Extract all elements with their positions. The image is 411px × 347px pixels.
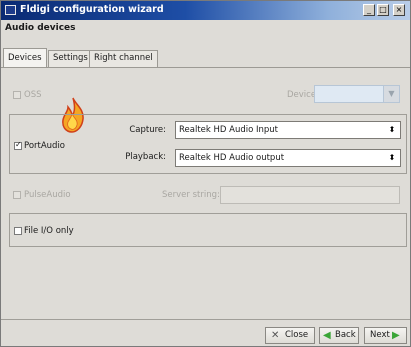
- tab-settings[interactable]: Settings: [48, 50, 93, 67]
- window-title: Fldigi configuration wizard: [20, 4, 164, 15]
- next-button[interactable]: Next ▶: [364, 327, 407, 344]
- tab-devices[interactable]: Devices: [3, 48, 47, 68]
- back-button[interactable]: ◀ Back: [319, 327, 359, 344]
- config-wizard-window: Fldigi configuration wizard _ □ × Audio …: [0, 0, 411, 347]
- fileio-label: File I/O only: [24, 226, 74, 236]
- x-icon: ✕: [271, 330, 280, 341]
- updown-arrow-icon: ⬍: [388, 153, 396, 162]
- capture-select[interactable]: Realtek HD Audio Input ⬍: [175, 121, 401, 139]
- title-bar[interactable]: Fldigi configuration wizard _ □ ×: [1, 1, 410, 20]
- tab-divider: [1, 67, 410, 68]
- oss-label: OSS: [24, 90, 42, 100]
- check-icon: ✓: [15, 140, 22, 149]
- close-button-label: Close: [285, 330, 309, 340]
- portaudio-panel: ✓ PortAudio Capture: Realtek HD Audio In…: [9, 114, 407, 174]
- server-string-input[interactable]: [220, 186, 400, 204]
- updown-arrow-icon: ⬍: [388, 125, 396, 134]
- oss-checkbox[interactable]: [13, 91, 21, 99]
- close-button[interactable]: ✕ Close: [265, 327, 315, 344]
- maximize-button[interactable]: □: [377, 4, 389, 16]
- back-arrow-icon: ◀: [323, 330, 331, 341]
- fileio-panel: File I/O only: [9, 213, 407, 247]
- oss-device-combo[interactable]: ▼: [314, 85, 400, 103]
- portaudio-label: PortAudio: [24, 141, 66, 151]
- capture-value: Realtek HD Audio Input: [179, 125, 279, 135]
- back-button-label: Back: [335, 330, 356, 340]
- playback-value: Realtek HD Audio output: [179, 153, 285, 163]
- fileio-checkbox[interactable]: [14, 227, 22, 235]
- app-icon: [5, 5, 16, 15]
- close-window-button[interactable]: ×: [393, 4, 405, 16]
- pulseaudio-checkbox[interactable]: [13, 191, 21, 199]
- portaudio-checkbox[interactable]: ✓: [14, 140, 22, 150]
- minimize-button[interactable]: _: [363, 4, 375, 16]
- maximize-icon: □: [379, 5, 387, 14]
- playback-select[interactable]: Realtek HD Audio output ⬍: [175, 149, 401, 167]
- chevron-down-icon[interactable]: ▼: [383, 86, 399, 102]
- server-string-label: Server string:: [162, 190, 220, 200]
- pulseaudio-label: PulseAudio: [24, 190, 71, 200]
- capture-label: Capture:: [129, 125, 166, 135]
- playback-label: Playback:: [125, 152, 166, 162]
- page-title: Audio devices: [5, 23, 76, 33]
- close-icon: ×: [395, 5, 403, 14]
- footer-divider: [1, 319, 410, 320]
- minimize-icon: _: [367, 5, 371, 14]
- next-button-label: Next: [370, 330, 390, 340]
- tab-right-channel[interactable]: Right channel: [89, 50, 158, 67]
- next-arrow-icon: ▶: [392, 330, 400, 341]
